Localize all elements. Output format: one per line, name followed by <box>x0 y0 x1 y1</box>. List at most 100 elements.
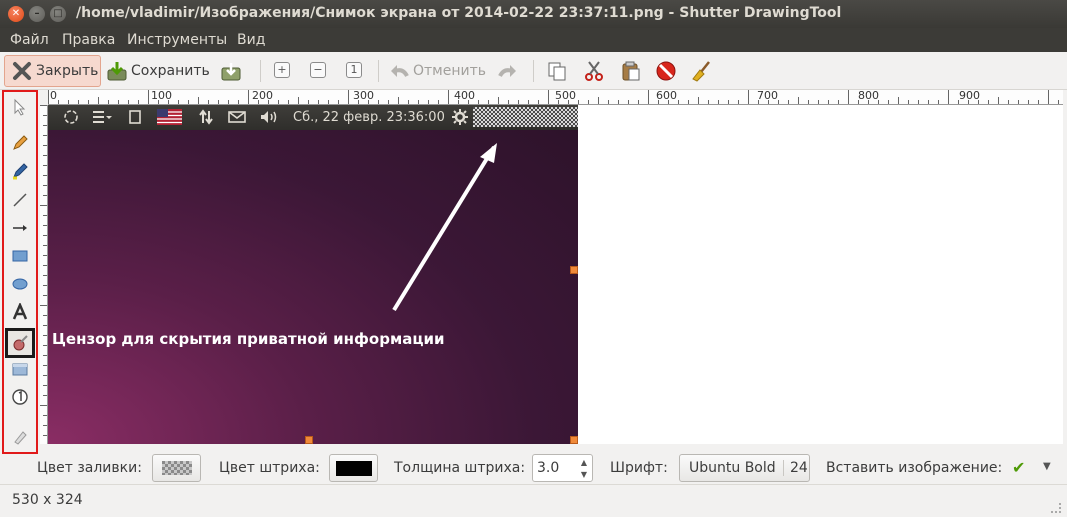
ruler-tick <box>43 365 47 366</box>
ruler-tick <box>43 345 47 346</box>
chevron-down-icon[interactable]: ▼ <box>1043 461 1051 472</box>
stroke-color-button[interactable] <box>329 454 378 482</box>
font-label: Шрифт: <box>610 460 668 476</box>
ruler-tick <box>1058 100 1059 104</box>
stroke-color-swatch <box>336 461 372 476</box>
export-button[interactable] <box>220 55 250 87</box>
ellipse-icon <box>12 278 28 290</box>
ruler-tick <box>578 100 579 104</box>
tool-select[interactable] <box>9 96 31 118</box>
ruler-tick <box>988 100 989 104</box>
zoom-in-button[interactable]: + <box>274 62 290 78</box>
zoom-out-button[interactable]: − <box>310 62 326 78</box>
save-button[interactable]: Сохранить <box>104 55 216 87</box>
tool-censor[interactable] <box>5 328 35 358</box>
cut-button[interactable] <box>583 55 609 87</box>
ruler-tick <box>548 90 549 104</box>
ruler-tick <box>118 100 119 104</box>
menu-file[interactable]: Файл <box>10 32 49 48</box>
ruler-tick <box>43 115 47 116</box>
ruler-tick <box>378 100 379 104</box>
ruler-tick <box>718 100 719 104</box>
close-button[interactable]: Закрыть <box>4 55 101 87</box>
ruler-tick <box>508 100 509 104</box>
ruler-tick <box>408 100 409 104</box>
annotation-text[interactable]: Цензор для скрытия приватной информации <box>52 330 444 348</box>
ruler-tick <box>478 100 479 104</box>
annotation-arrow[interactable] <box>48 105 578 444</box>
delete-button[interactable] <box>655 55 681 87</box>
menu-edit[interactable]: Правка <box>62 32 115 48</box>
tool-arrow[interactable] <box>9 217 31 239</box>
ruler-tick <box>43 155 47 156</box>
tool-pencil[interactable] <box>9 132 31 154</box>
ruler-tick <box>708 100 709 104</box>
fill-color-button[interactable] <box>152 454 201 482</box>
window-minimize-button[interactable]: – <box>29 6 45 22</box>
ruler-tick <box>43 215 47 216</box>
ruler-tick <box>43 225 47 226</box>
ruler-tick <box>43 235 47 236</box>
fill-color-label: Цвет заливки: <box>37 460 142 476</box>
ruler-tick <box>43 185 47 186</box>
tool-number[interactable] <box>9 386 31 408</box>
window-close-button[interactable]: ✕ <box>8 6 24 22</box>
menu-view[interactable]: Вид <box>237 32 265 48</box>
ruler-tick <box>938 100 939 104</box>
ruler-tick <box>43 355 47 356</box>
spin-down-icon[interactable]: ▼ <box>578 469 590 481</box>
ruler-tick <box>518 100 519 104</box>
copy-icon <box>546 60 568 82</box>
ruler-tick <box>498 97 499 104</box>
resize-handle-bottom[interactable] <box>305 436 313 444</box>
stroke-color-label: Цвет штриха: <box>219 460 320 476</box>
tool-rectangle[interactable] <box>9 245 31 267</box>
spin-up-icon[interactable]: ▲ <box>578 457 590 469</box>
title-bar: ✕ – □ /home/vladimir/Изображения/Снимок … <box>0 0 1067 28</box>
ruler-tick <box>40 305 47 306</box>
screenshot-image[interactable]: Сб., 22 февр. 23:36:00 <box>48 105 578 444</box>
ruler-tick <box>138 100 139 104</box>
ruler-label: 500 <box>555 90 576 102</box>
tool-clear[interactable] <box>9 426 31 448</box>
ruler-tick <box>618 100 619 104</box>
ruler-tick <box>438 100 439 104</box>
tool-text[interactable] <box>9 301 31 323</box>
copy-button[interactable] <box>546 55 572 87</box>
ruler-tick <box>43 125 47 126</box>
tool-highlighter[interactable] <box>9 160 31 182</box>
resize-grip-icon[interactable] <box>1051 503 1061 513</box>
checkmark-icon[interactable]: ✔ <box>1012 458 1025 477</box>
ruler-label: 100 <box>151 90 172 102</box>
ruler-tick <box>738 100 739 104</box>
ruler-tick <box>338 100 339 104</box>
ruler-tick <box>778 100 779 104</box>
ruler-tick <box>1028 100 1029 104</box>
ruler-tick <box>318 100 319 104</box>
ruler-tick <box>488 100 489 104</box>
ruler-label: 900 <box>959 90 980 102</box>
ruler-tick <box>148 90 149 104</box>
tool-line[interactable] <box>9 189 31 211</box>
ruler-tick <box>848 90 849 104</box>
undo-button[interactable]: Отменить <box>388 55 486 87</box>
ruler-tick <box>40 105 47 106</box>
menu-tools[interactable]: Инструменты <box>127 32 227 48</box>
zoom-fit-button[interactable]: 1 <box>346 62 362 78</box>
ruler-label: 600 <box>656 90 677 102</box>
clear-all-button[interactable] <box>691 55 717 87</box>
font-button[interactable]: Ubuntu Bold 24 <box>679 454 810 482</box>
paste-button[interactable] <box>619 55 645 87</box>
tool-pixelate[interactable] <box>9 358 31 380</box>
tool-ellipse[interactable] <box>9 273 31 295</box>
ruler-tick <box>388 100 389 104</box>
resize-handle-right[interactable] <box>570 266 578 274</box>
redo-button[interactable] <box>497 55 523 87</box>
ruler-tick <box>238 100 239 104</box>
window-maximize-button[interactable]: □ <box>50 6 66 22</box>
ruler-tick <box>698 97 699 104</box>
ruler-tick <box>798 97 799 104</box>
ruler-tick <box>43 435 47 436</box>
resize-handle-corner[interactable] <box>570 436 578 444</box>
stroke-width-input[interactable] <box>537 460 575 476</box>
